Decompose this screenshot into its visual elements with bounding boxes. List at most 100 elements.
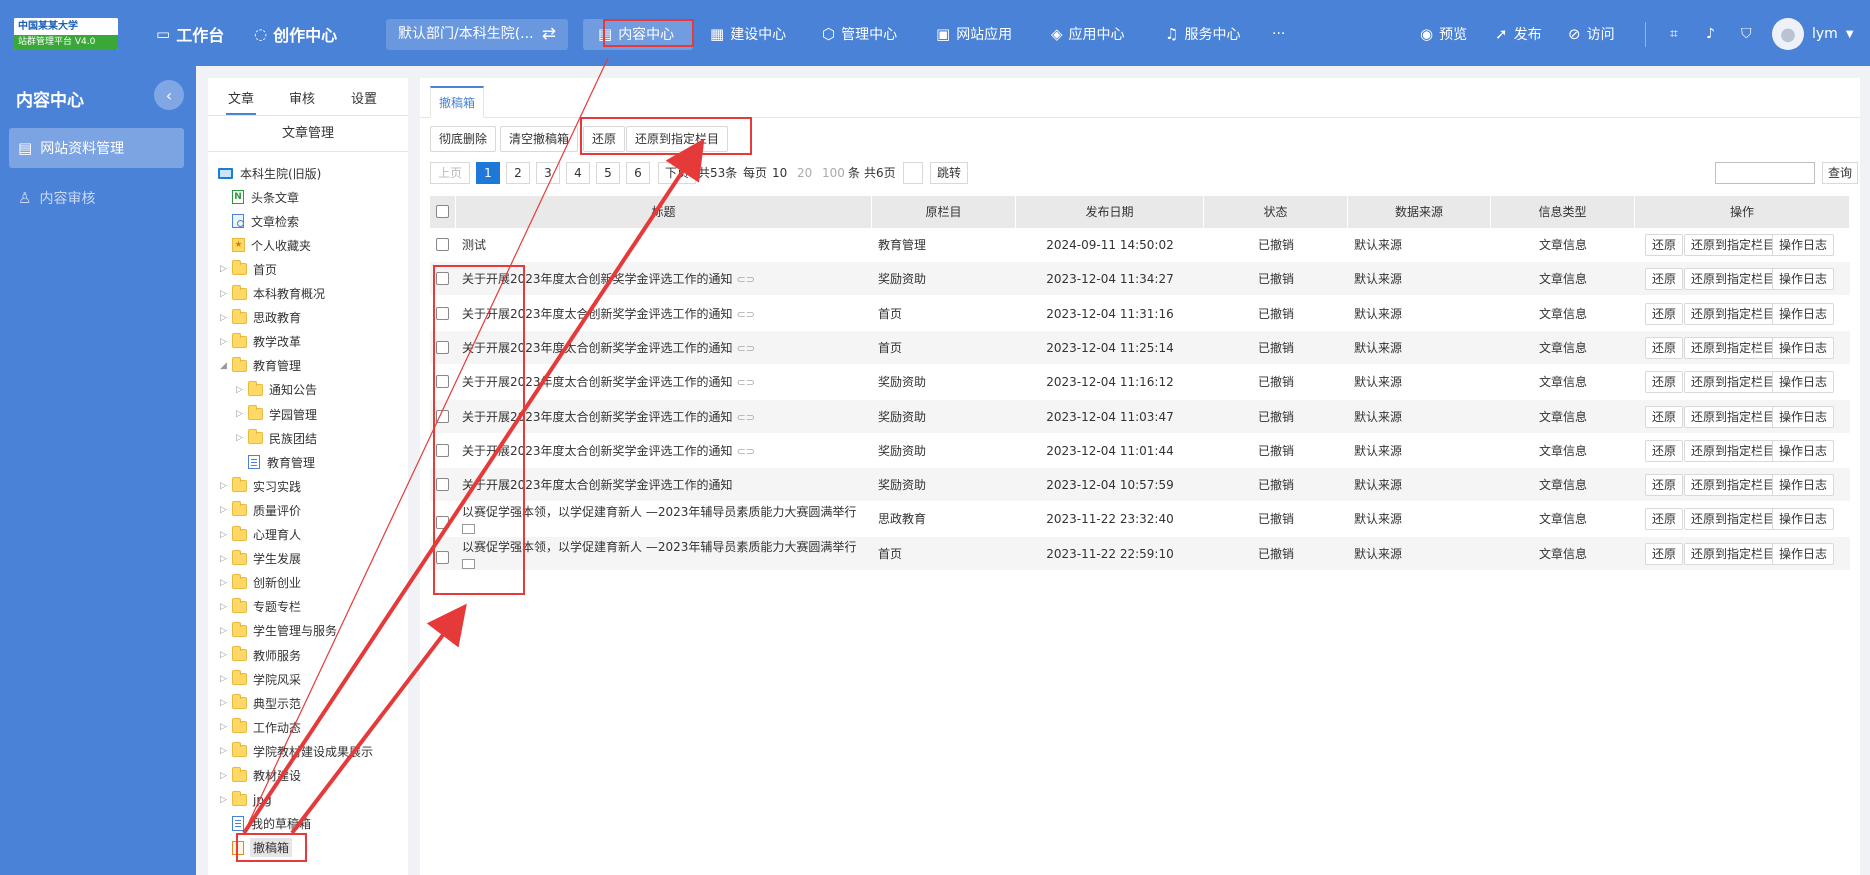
row-checkbox[interactable] [436,516,449,530]
operation-log-button[interactable]: 操作日志 [1772,508,1835,531]
nav-build-center[interactable]: ▦ 建设中心 [710,21,786,47]
search-input[interactable] [1715,162,1815,184]
tree-node[interactable]: ▷ 本科教育概况 [220,283,325,305]
row-title-text[interactable]: 测试 [462,238,486,252]
row-title-text[interactable]: 关于开展2023年度太合创新奖学金评选工作的通知 [462,410,733,424]
tree-node[interactable]: ★ 个人收藏夹 [220,234,311,256]
tree-node[interactable]: ▷ 实习实践 [220,475,301,497]
row-checkbox[interactable] [436,478,449,492]
tree-node[interactable]: 文章检索 [220,210,299,232]
row-checkbox[interactable] [436,238,449,251]
row-title[interactable]: 关于开展2023年度太合创新奖学金评选工作的通知 ⊂⊃ [462,262,872,296]
restore-to-column-row-button[interactable]: 还原到指定栏目 [1684,405,1783,428]
restore-to-column-row-button[interactable]: 还原到指定栏目 [1684,474,1783,497]
row-title-text[interactable]: 关于开展2023年度太合创新奖学金评选工作的通知 [462,307,733,321]
expand-arrow-icon[interactable]: ▷ [220,554,232,564]
department-selector[interactable]: 默认部门/本科生院(... ⇄ [386,19,568,50]
expand-arrow-icon[interactable]: ▷ [220,795,232,805]
operation-log-button[interactable]: 操作日志 [1772,371,1835,394]
tree-node[interactable]: ▷ 创新创业 [220,572,301,594]
tree-node[interactable]: 教育管理 [236,451,315,473]
tab-settings[interactable]: 设置 [351,88,377,107]
operation-log-button[interactable]: 操作日志 [1772,439,1835,462]
expand-arrow-icon[interactable]: ◢ [220,361,232,371]
expand-arrow-icon[interactable]: ▷ [220,313,232,323]
tree-node[interactable]: ▷ 工作动态 [220,716,301,738]
sidebar-item-content-review[interactable]: ♙ 内容审核 [9,178,184,218]
restore-row-button[interactable]: 还原 [1645,371,1684,394]
row-checkbox[interactable] [436,409,449,423]
tree-node[interactable]: ▷ 教学改革 [220,331,301,353]
tab-article[interactable]: 文章 [225,88,257,115]
expand-arrow-icon[interactable]: ▷ [236,385,248,395]
tree-node[interactable]: N 头条文章 [220,186,299,208]
preview-button[interactable]: ◉ 预览 [1420,21,1467,47]
operation-log-button[interactable]: 操作日志 [1772,542,1835,565]
page-4[interactable]: 4 [566,162,590,184]
restore-row-button[interactable]: 还原 [1645,542,1684,565]
operation-log-button[interactable]: 操作日志 [1772,234,1835,256]
prev-page-button[interactable]: 上页 [430,162,470,184]
operation-log-button[interactable]: 操作日志 [1772,405,1835,428]
more-menu[interactable]: ··· [1272,21,1285,47]
empty-recycle-button[interactable]: 清空撤稿箱 [500,126,579,152]
row-title[interactable]: 关于开展2023年度太合创新奖学金评选工作的通知 ⊂⊃ [462,297,872,331]
tree-node[interactable]: 本科生院(旧版) [218,162,321,184]
page-1[interactable]: 1 [476,162,500,184]
row-checkbox[interactable] [436,306,449,320]
row-title[interactable]: 关于开展2023年度太合创新奖学金评选工作的通知 ⊂⊃ [462,434,872,468]
search-button[interactable]: 查询 [1822,162,1858,184]
select-all-checkbox[interactable] [436,205,449,218]
tree-node[interactable]: ▷ 心理育人 [220,524,301,546]
page-size-100[interactable]: 100 [822,162,845,184]
row-title-text[interactable]: 关于开展2023年度太合创新奖学金评选工作的通知 [462,444,733,458]
row-title[interactable]: 关于开展2023年度太合创新奖学金评选工作的通知 [462,468,872,502]
nav-manage-center[interactable]: ⬡ 管理中心 [822,21,897,47]
tree-node[interactable]: ▷ 通知公告 [236,379,317,401]
row-title-text[interactable]: 关于开展2023年度太合创新奖学金评选工作的通知 [462,341,733,355]
restore-to-column-row-button[interactable]: 还原到指定栏目 [1684,302,1783,325]
expand-arrow-icon[interactable]: ▷ [220,289,232,299]
collapse-sidebar-button[interactable]: ‹ [154,80,184,110]
tree-node[interactable]: ▷ 首页 [220,258,277,280]
operation-log-button[interactable]: 操作日志 [1772,336,1835,359]
nav-content-center[interactable]: ▤ 内容中心 [598,21,674,47]
visit-button[interactable]: ⊘ 访问 [1568,21,1615,47]
row-checkbox[interactable] [436,272,449,286]
restore-to-column-row-button[interactable]: 还原到指定栏目 [1684,439,1783,462]
user-menu[interactable]: lym ▼ [1812,21,1854,47]
restore-button[interactable]: 还原 [583,126,626,152]
tree-node[interactable]: ▷ 学生发展 [220,548,301,570]
row-title-text[interactable]: 以赛促学强本领，以学促建育新人 —2023年辅导员素质能力大赛圆满举行 [462,505,856,519]
row-title[interactable]: 关于开展2023年度太合创新奖学金评选工作的通知 ⊂⊃ [462,400,872,434]
restore-row-button[interactable]: 还原 [1645,234,1684,256]
row-checkbox[interactable] [436,375,449,389]
expand-arrow-icon[interactable]: ▷ [220,698,232,708]
tree-node[interactable]: ▷ 学院教材建设成果展示 [220,740,373,762]
page-2[interactable]: 2 [506,162,530,184]
page-5[interactable]: 5 [596,162,620,184]
nav-website-apps[interactable]: ▣ 网站应用 [936,21,1012,47]
row-title[interactable]: 以赛促学强本领，以学促建育新人 —2023年辅导员素质能力大赛圆满举行 [462,537,872,571]
university-logo[interactable]: 中国某某大学 站群管理平台 V4.0 [14,18,118,50]
tree-node[interactable]: ▷ 思政教育 [220,307,301,329]
expand-arrow-icon[interactable]: ▷ [220,530,232,540]
row-title-text[interactable]: 关于开展2023年度太合创新奖学金评选工作的通知 [462,478,733,492]
avatar[interactable]: ● [1772,18,1804,50]
row-title-text[interactable]: 关于开展2023年度太合创新奖学金评选工作的通知 [462,272,733,286]
nav-app-center[interactable]: ◈ 应用中心 [1051,21,1125,47]
restore-row-button[interactable]: 还原 [1645,268,1684,291]
creation-center-link[interactable]: ◌ 创作中心 [254,21,337,47]
restore-to-column-row-button[interactable]: 还原到指定栏目 [1684,542,1783,565]
expand-arrow-icon[interactable]: ▷ [220,626,232,636]
restore-to-column-row-button[interactable]: 还原到指定栏目 [1684,508,1783,531]
row-title[interactable]: 关于开展2023年度太合创新奖学金评选工作的通知 ⊂⊃ [462,365,872,399]
expand-arrow-icon[interactable]: ▷ [236,433,248,443]
page-3[interactable]: 3 [536,162,560,184]
tree-node[interactable]: ▷ 质量评价 [220,499,301,521]
row-title-text[interactable]: 以赛促学强本领，以学促建育新人 —2023年辅导员素质能力大赛圆满举行 [462,540,856,554]
expand-arrow-icon[interactable]: ▷ [220,650,232,660]
page-size-10[interactable]: 10 [772,162,787,184]
tree-node[interactable]: ▷ 学园管理 [236,403,317,425]
expand-arrow-icon[interactable]: ▷ [220,337,232,347]
